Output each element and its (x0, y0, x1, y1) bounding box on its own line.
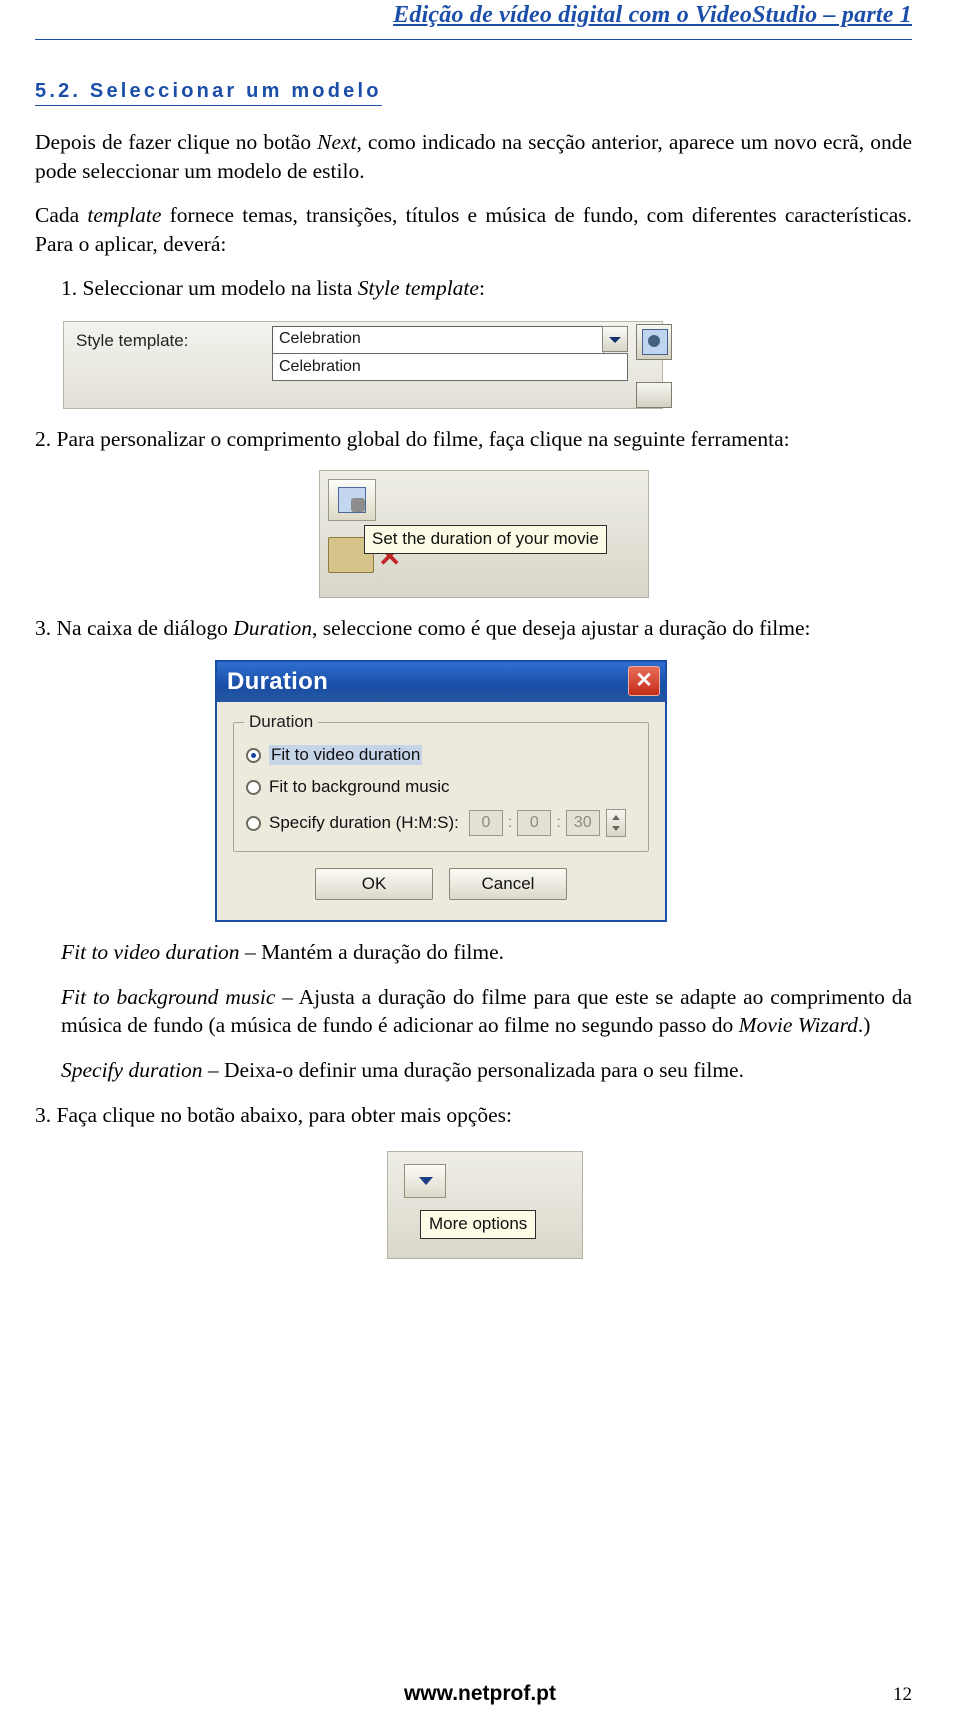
duration-seconds-field[interactable]: 30 (565, 810, 600, 837)
close-icon[interactable]: ✕ (628, 666, 660, 697)
description-specify-duration-term: Specify duration (61, 1057, 203, 1082)
section-title: 5.2. Seleccionar um modelo (35, 80, 382, 106)
paragraph-template-emphasis: template (87, 203, 162, 228)
style-template-figure: Style template: Celebration Celebration (35, 320, 912, 409)
duration-dialog-body: Duration Fit to video duration Fit to ba… (217, 702, 665, 921)
duration-group: Duration Fit to video duration Fit to ba… (233, 712, 649, 853)
description-specify-duration: Specify duration – Deixa-o definir uma d… (61, 1056, 912, 1085)
header-divider (35, 39, 912, 40)
chevron-down-icon[interactable] (404, 1164, 446, 1199)
style-template-panel: Style template: Celebration Celebration (63, 320, 672, 409)
style-template-combo-value: Celebration (279, 329, 361, 347)
style-template-label: Style template: (76, 330, 189, 350)
duration-stepper[interactable] (605, 809, 626, 838)
footer-site: www.netprof.pt (403, 1682, 557, 1705)
description-fit-to-video-text: – Mantém a duração do filme. (239, 940, 505, 965)
duration-separator-2: : (556, 814, 561, 832)
radio-fit-to-video-duration[interactable]: Fit to video duration (246, 745, 636, 766)
page-content: 5.2. Seleccionar um modelo Depois de faz… (35, 60, 912, 1260)
duration-spinner-group: 0 : 0 : 30 (468, 809, 626, 838)
duration-dialog-titlebar: Duration ✕ (217, 662, 665, 703)
chevron-down-icon[interactable] (602, 325, 628, 352)
radio-fit-to-background-music-label: Fit to background music (269, 777, 450, 797)
paragraph-intro-part1: Depois de fazer clique no botão (35, 130, 318, 154)
set-duration-tooltip: Set the duration of your movie (364, 524, 607, 554)
description-fit-to-music: Fit to background music – Ajusta a duraç… (61, 983, 912, 1040)
description-fit-to-video: Fit to video duration – Mantém a duração… (61, 938, 912, 967)
description-movie-wizard: Movie Wizard (738, 1013, 858, 1038)
ok-button[interactable]: OK (315, 868, 433, 901)
radio-button-icon[interactable] (246, 815, 261, 831)
template-settings-glyph (642, 328, 668, 355)
duration-settings-icon[interactable] (328, 478, 376, 521)
paragraph-template: Cada template fornece temas, transições,… (35, 201, 912, 258)
paragraph-template-part1: Cada (35, 203, 88, 228)
document-page: Edição de vídeo digital com o VideoStudi… (0, 0, 960, 1730)
description-specify-duration-text: – Deixa-o definir uma duração personaliz… (202, 1057, 744, 1082)
description-fit-to-video-term: Fit to video duration (61, 940, 240, 965)
cancel-button[interactable]: Cancel (449, 868, 567, 901)
more-options-figure: More options (387, 1151, 583, 1260)
step-2: 2. Para personalizar o comprimento globa… (35, 426, 790, 451)
step-1-part1: 1. Seleccionar um modelo na lista (61, 276, 358, 301)
step-3-emphasis: Duration (233, 615, 313, 640)
radio-button-icon[interactable] (246, 779, 261, 795)
set-duration-figure: ✕ Set the duration of your movie (319, 469, 649, 598)
step-4: 3. Faça clique no botão abaixo, para obt… (35, 1102, 513, 1127)
paragraph-intro: Depois de fazer clique no botão Next, co… (35, 128, 912, 185)
header-title: Edição de vídeo digital com o VideoStudi… (393, 2, 912, 28)
duration-dialog: Duration ✕ Duration Fit to video duratio… (215, 660, 667, 923)
step-3-part1: 3. Na caixa de diálogo (35, 615, 234, 640)
step-1-part2: : (478, 276, 485, 301)
more-options-tooltip: More options (420, 1210, 537, 1240)
style-template-list-item-label: Celebration (279, 357, 361, 375)
step-3-part2: , seleccione como é que deseja ajustar a… (312, 615, 811, 640)
radio-fit-to-background-music[interactable]: Fit to background music (246, 777, 636, 797)
duration-minutes-field[interactable]: 0 (517, 810, 552, 837)
radio-specify-duration[interactable]: Specify duration (H:M:S): 0 : 0 : 30 (246, 809, 636, 838)
duration-separator-1: : (507, 814, 513, 832)
style-template-extra-button[interactable] (636, 381, 672, 408)
step-1: 1. Seleccionar um modelo na lista Style … (61, 274, 912, 303)
radio-specify-duration-label: Specify duration (H:M:S): (269, 813, 459, 833)
style-template-list-item[interactable]: Celebration (272, 352, 628, 381)
duration-group-legend: Duration (244, 712, 319, 733)
description-fit-to-music-end: .) (857, 1013, 871, 1038)
page-footer: www.netprof.pt 12 (0, 1682, 960, 1712)
page-header: Edição de vídeo digital com o VideoStudi… (0, 0, 960, 40)
footer-page-number: 12 (893, 1684, 912, 1705)
description-fit-to-music-term: Fit to background music (61, 984, 276, 1009)
radio-fit-to-video-duration-label: Fit to video duration (269, 745, 423, 766)
template-settings-icon[interactable] (636, 323, 672, 360)
paragraph-template-part2: fornece temas, transições, títulos e mús… (35, 203, 912, 256)
style-template-combo[interactable]: Celebration (272, 325, 604, 354)
duration-dialog-buttons: OK Cancel (233, 852, 649, 906)
duration-dialog-title: Duration (227, 668, 329, 696)
step-3: 3. Na caixa de diálogo Duration, selecci… (35, 614, 912, 643)
radio-button-icon[interactable] (246, 747, 261, 763)
step-1-emphasis: Style template (357, 276, 479, 301)
duration-hours-field[interactable]: 0 (468, 810, 503, 837)
paragraph-intro-emphasis: Next (317, 130, 357, 154)
